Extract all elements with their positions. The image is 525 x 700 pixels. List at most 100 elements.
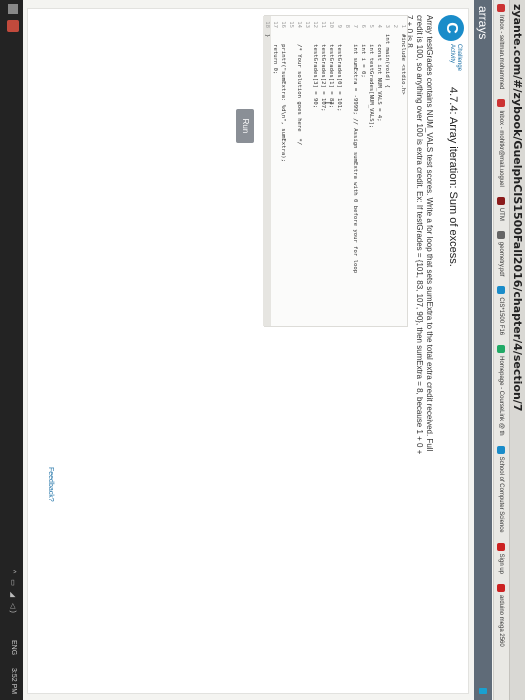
code-line[interactable]: 6 int i = 0; xyxy=(359,16,367,326)
text-cursor-icon: I xyxy=(322,101,332,105)
code-text[interactable]: testGrades[3] = 90; xyxy=(312,34,318,108)
bookmark-icon xyxy=(497,345,506,354)
bookmark-item[interactable]: School of Computer Science xyxy=(497,445,506,533)
code-line[interactable]: 2 xyxy=(391,16,399,326)
rotated-screen: zyante.com/#/zybook/GuelphCIS1500Fall201… xyxy=(0,0,525,700)
bookmark-label: Homepage - CourseLink @ th xyxy=(498,356,505,436)
run-button[interactable]: Run xyxy=(236,109,254,143)
bookmark-item[interactable]: Homepage - CourseLink @ th xyxy=(497,345,506,436)
bookmark-item[interactable]: Sign up xyxy=(497,542,506,574)
bookmark-icon xyxy=(497,230,506,239)
code-line[interactable]: 15 xyxy=(287,16,295,326)
bookmark-item[interactable]: UTM xyxy=(497,196,506,221)
code-line[interactable]: 14 /* Your solution goes here */ xyxy=(295,16,303,326)
code-line[interactable]: 8 xyxy=(343,16,351,326)
line-number: 15 xyxy=(288,21,294,28)
code-line[interactable]: 4 const int NUM_VALS = 4; xyxy=(375,16,383,326)
code-line[interactable]: 3 int main(void) { xyxy=(383,16,391,326)
line-number: 12 xyxy=(312,21,318,28)
line-number: 17 xyxy=(272,21,278,28)
code-line[interactable]: 17 return 0; xyxy=(271,16,279,326)
bookmark-label: Inbox - seltman.mohammed xyxy=(498,15,505,90)
bookmark-label: arduino mega 2560 xyxy=(498,595,505,647)
menu-icon[interactable] xyxy=(479,688,487,694)
line-number: 7 xyxy=(352,24,358,28)
code-text[interactable]: int testGrades[NUM_VALS]; xyxy=(368,34,374,128)
url-text[interactable]: zyante.com/#/zybook/GuelphCIS1500Fall201… xyxy=(511,4,524,411)
address-bar[interactable]: zyante.com/#/zybook/GuelphCIS1500Fall201… xyxy=(509,0,525,700)
code-text[interactable]: #include <stdio.h> xyxy=(400,34,406,95)
challenge-description: Array testGrades contains NUM_VALS test … xyxy=(405,15,434,455)
challenge-activity-label: Challenge Activity xyxy=(448,44,462,71)
bookmark-icon xyxy=(497,286,506,295)
line-number: 4 xyxy=(376,24,382,28)
line-number: 3 xyxy=(384,24,390,28)
code-text[interactable]: } xyxy=(264,34,270,37)
challenge-label-line1: Challenge xyxy=(456,44,462,72)
line-number: 14 xyxy=(296,21,302,28)
bookmark-icon xyxy=(497,584,506,592)
code-text[interactable]: const int NUM_VALS = 4; xyxy=(376,34,382,121)
challenge-title: 4.7.4: Array iteration: Sum of excess. xyxy=(447,87,459,267)
line-number: 6 xyxy=(360,24,366,28)
code-line[interactable]: 7 int sumExtra = -9999; // Assign sumExt… xyxy=(351,16,359,326)
code-line[interactable]: 10 testGrades[1] = 83; xyxy=(327,16,335,326)
bookmark-item[interactable]: Inbox - seltman.mohammed xyxy=(497,4,506,90)
clock[interactable]: 3:52 PM xyxy=(10,668,17,694)
bookmark-label: geometry.pdf xyxy=(498,241,505,277)
challenge-badge-letter: C xyxy=(443,22,460,34)
bookmark-item[interactable]: geometry.pdf xyxy=(497,230,506,277)
code-line[interactable]: 13 xyxy=(303,16,311,326)
challenge-card: C Challenge Activity 4.7.4: Array iterat… xyxy=(27,8,469,694)
code-text[interactable]: testGrades[2] = 107; xyxy=(320,34,326,111)
challenge-badge-icon: C xyxy=(438,15,464,41)
bookmark-icon xyxy=(497,196,506,205)
language-indicator[interactable]: ENG xyxy=(10,640,17,655)
taskbar: ^ ▭ ◢ ◁) ENG 3:52 PM xyxy=(0,0,23,700)
tray-icons[interactable]: ^ ▭ ◢ ◁) xyxy=(9,570,17,615)
bookmark-label: School of Computer Science xyxy=(498,456,505,533)
code-line[interactable]: 12 testGrades[3] = 90; xyxy=(311,16,319,326)
challenge-label-line2: Activity xyxy=(449,44,455,64)
code-text[interactable]: int main(void) { xyxy=(384,34,390,88)
code-text[interactable]: int sumExtra = -9999; // Assign sumExtra… xyxy=(352,34,358,273)
app-header: arrays xyxy=(474,0,492,700)
bookmark-icon xyxy=(497,99,506,108)
line-number: 16 xyxy=(280,21,286,28)
code-line[interactable]: 11 testGrades[2] = 107; xyxy=(319,16,327,326)
code-line[interactable]: 9 testGrades[0] = 101; xyxy=(335,16,343,326)
code-text[interactable]: return 0; xyxy=(272,34,278,74)
line-number: 1 xyxy=(400,24,406,28)
bookmark-icon xyxy=(497,4,506,12)
line-number: 11 xyxy=(320,21,326,28)
line-number: 2 xyxy=(392,24,398,28)
bookmark-label: Sign up xyxy=(498,553,505,574)
code-editor[interactable]: 1#include <stdio.h> 2 3int main(void) {4 c… xyxy=(263,15,408,327)
bookmark-label: UTM xyxy=(498,207,505,221)
line-number: 13 xyxy=(304,21,310,28)
code-line[interactable]: 1 #include <stdio.h> xyxy=(399,16,407,326)
bookmark-label: CIS*1500 F16 xyxy=(498,297,505,336)
start-icon[interactable] xyxy=(8,4,18,14)
code-text[interactable]: /* Your solution goes here */ xyxy=(296,34,302,145)
line-number: 10 xyxy=(328,21,334,28)
taskbar-app-icon[interactable] xyxy=(7,20,19,32)
code-line[interactable]: 5 int testGrades[NUM_VALS]; xyxy=(367,16,375,326)
line-number: 8 xyxy=(344,24,350,28)
code-line[interactable]: 16 printf("sumExtra: %d\n", sumExtra); xyxy=(279,16,287,326)
code-text[interactable]: printf("sumExtra: %d\n", sumExtra); xyxy=(280,34,286,162)
section-title: arrays xyxy=(476,6,490,40)
bookmark-item[interactable]: Inbox - mohitkr@mail.uoguel xyxy=(497,99,506,187)
code-line[interactable]: 18} xyxy=(263,16,271,326)
feedback-link[interactable]: Feedback? xyxy=(47,467,54,502)
code-text[interactable]: testGrades[1] = 83; xyxy=(328,34,334,108)
code-text[interactable]: int i = 0; xyxy=(360,34,366,78)
bookmark-label: Inbox - mohitkr@mail.uoguel xyxy=(498,110,505,187)
bookmark-item[interactable]: arduino mega 2560 xyxy=(497,584,506,647)
line-number: 5 xyxy=(368,24,374,28)
bookmark-icon xyxy=(497,542,506,551)
bookmark-item[interactable]: CIS*1500 F16 xyxy=(497,286,506,336)
line-number: 9 xyxy=(336,24,342,28)
code-text[interactable]: testGrades[0] = 101; xyxy=(336,34,342,111)
bookmarks-bar: Inbox - seltman.mohammed Inbox - mohitkr@… xyxy=(493,0,509,700)
